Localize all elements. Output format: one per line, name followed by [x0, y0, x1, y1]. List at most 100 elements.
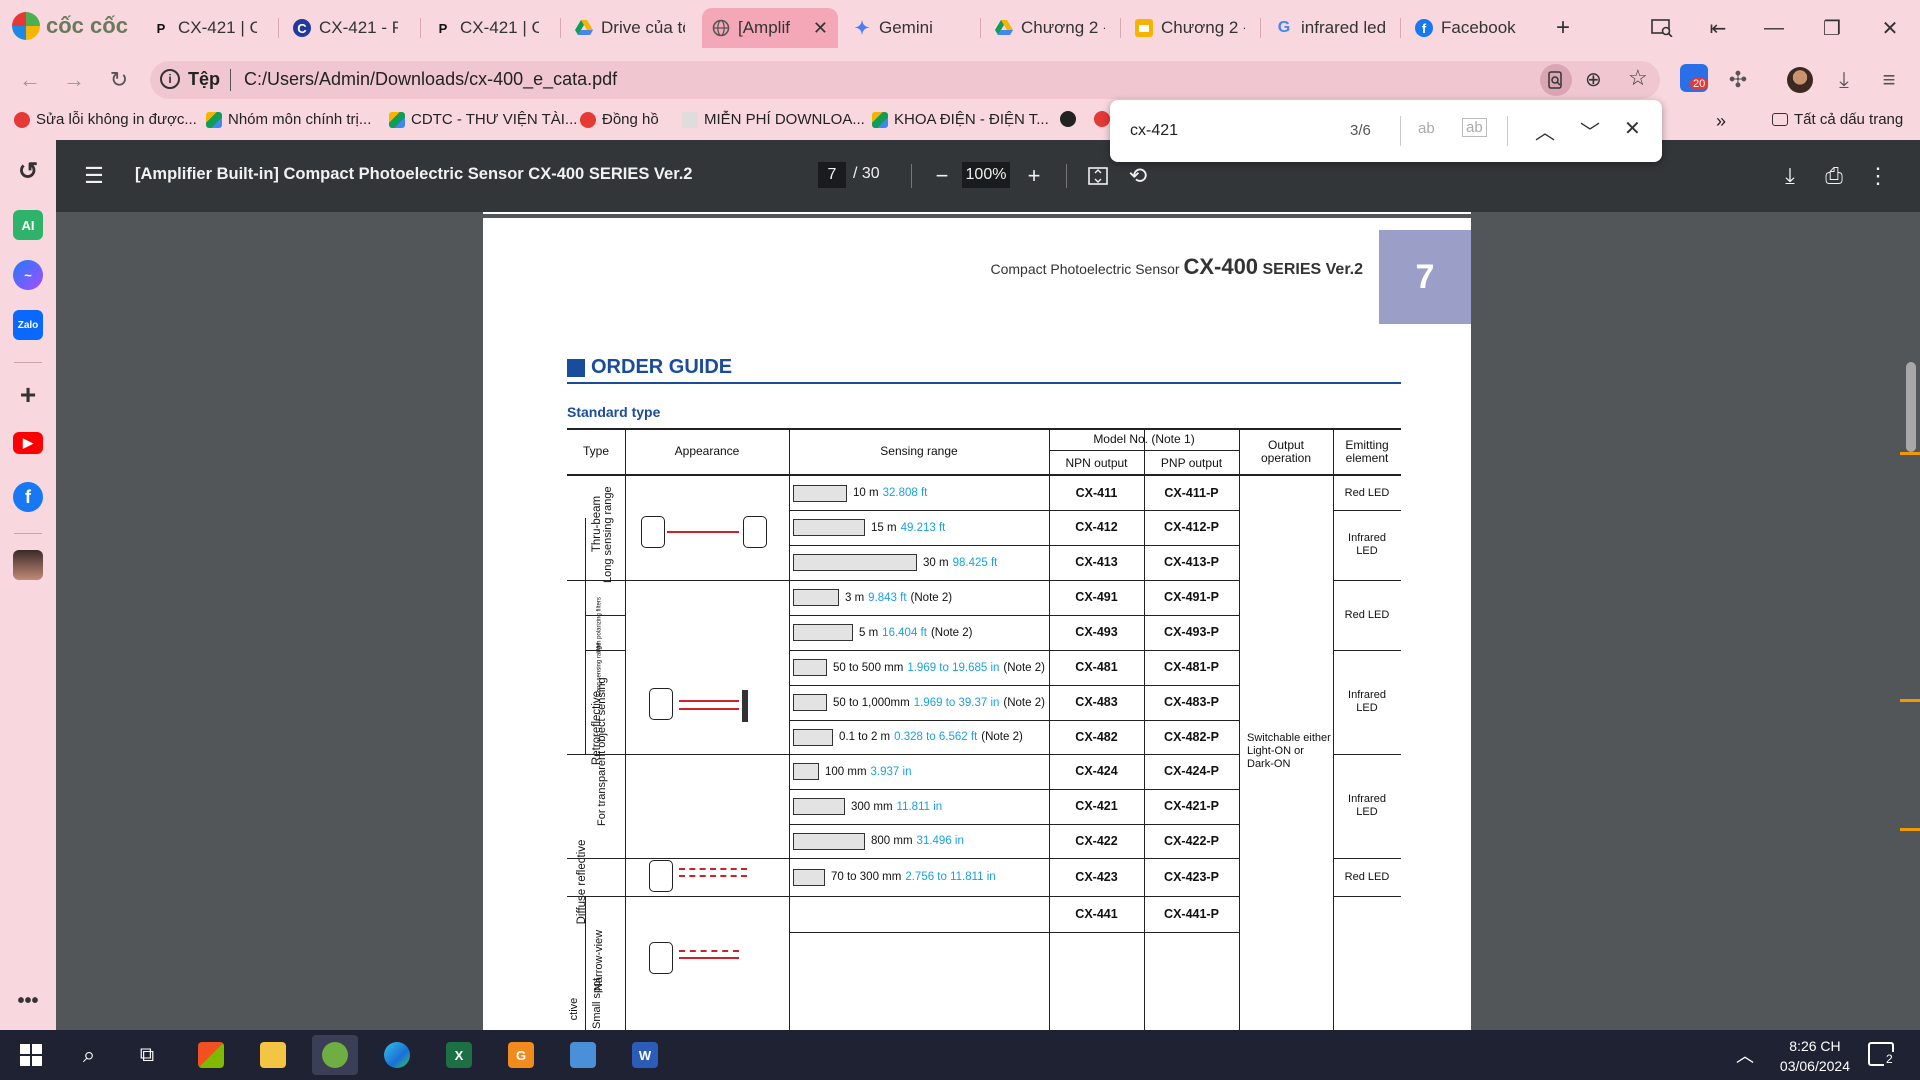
minimize-button[interactable]: — [1754, 12, 1794, 44]
start-button[interactable] [8, 1035, 54, 1075]
store-icon[interactable] [188, 1035, 234, 1075]
file-explorer-icon[interactable] [250, 1035, 296, 1075]
find-in-page-icon[interactable] [1540, 64, 1572, 96]
zoom-out-button[interactable]: − [926, 160, 958, 192]
coccoc-logo[interactable]: cốc cốc [12, 12, 128, 40]
facebook-icon[interactable]: f [13, 482, 43, 512]
extension-badge-icon[interactable]: 20 [1680, 64, 1709, 92]
bookmark-label: Sửa lỗi không in được... [36, 111, 197, 128]
tab-cx421-2[interactable]: C CX-421 - Pa [283, 8, 408, 48]
download-icon[interactable]: ⤓ [1828, 64, 1860, 96]
find-close-icon[interactable]: ✕ [1624, 116, 1641, 141]
coccoc-taskbar-icon[interactable] [312, 1035, 358, 1075]
profile-photo-icon[interactable] [13, 550, 43, 580]
youtube-icon[interactable]: ▶ [13, 432, 43, 454]
gemini-icon: ✦ [854, 17, 870, 38]
tab-cx421-1[interactable]: P CX-421 | Co [142, 8, 267, 48]
group-transparent: For transparent object sensing [596, 677, 608, 826]
time: 8:26 CH [1789, 1038, 1841, 1054]
tab-chuong2-drive[interactable]: Chương 2 - [985, 8, 1115, 48]
extensions-puzzle-icon[interactable]: ✣ [1722, 64, 1754, 96]
more-bookmarks-icon[interactable]: » [1716, 111, 1726, 132]
pdf-more-icon[interactable]: ⋮ [1862, 160, 1894, 192]
header-small: Compact Photoelectric Sensor [990, 261, 1184, 277]
address-bar[interactable]: i Tệp C:/Users/Admin/Downloads/cx-400_e_… [150, 61, 1660, 99]
tab-chuong2-slides[interactable]: Chương 2 - [1125, 8, 1255, 48]
model-npn: CX-422 [1075, 833, 1118, 848]
range-bar [793, 694, 827, 711]
back-button[interactable]: ← [14, 64, 46, 96]
model-pnp: CX-481-P [1164, 660, 1219, 674]
zoom-level[interactable]: 100% [962, 162, 1010, 188]
reload-button[interactable]: ↻ [103, 64, 135, 96]
tab-label: CX-421 | Co [460, 18, 539, 37]
bookmark-3[interactable]: CDTC - THƯ VIỆN TÀI... [389, 111, 577, 128]
toolbar: ← → ↻ i Tệp C:/Users/Admin/Downloads/cx-… [0, 56, 1920, 104]
bookmark-6[interactable]: KHOA ĐIỆN - ĐIỆN T... [872, 111, 1049, 128]
bookmark-4[interactable]: Đồng hồ [580, 111, 659, 128]
show-hidden-icons[interactable]: ︿ [1736, 1042, 1754, 1068]
zoom-in-button[interactable]: + [1018, 160, 1050, 192]
notification-icon[interactable]: 2 [1868, 1042, 1895, 1066]
add-sidebar-app-icon[interactable]: + [13, 379, 43, 410]
ai-assistant-icon[interactable]: AI [13, 210, 43, 240]
model-npn: CX-481 [1075, 660, 1118, 674]
menu-icon[interactable]: ≡ [1873, 64, 1905, 96]
url-text[interactable]: C:/Users/Admin/Downloads/cx-400_e_cata.p… [244, 69, 617, 90]
find-previous-icon[interactable]: ︿ [1535, 116, 1555, 145]
task-view-icon[interactable]: ⧉ [124, 1035, 170, 1075]
emitting-3: Red LED [1344, 608, 1390, 621]
sensing-range-cell: 0.1 to 2 m 0.328 to 6.562 ft (Note 2) [793, 720, 1023, 754]
match-case-button[interactable]: ab [1418, 120, 1435, 137]
tab-facebook[interactable]: f Facebook [1405, 8, 1545, 48]
profile-avatar[interactable] [1787, 67, 1813, 93]
system-clock[interactable]: 8:26 CH 03/06/2024 [1780, 1036, 1850, 1076]
close-window-button[interactable]: ✕ [1870, 12, 1910, 44]
bookmark-5[interactable]: MIỄN PHÍ DOWNLOA... [682, 111, 865, 128]
tab-label: infrared led [1301, 18, 1387, 37]
tab-cx421-3[interactable]: P CX-421 | Co [424, 8, 549, 48]
search-icon[interactable]: ⌕ [66, 1035, 112, 1075]
pdf-menu-icon[interactable]: ☰ [78, 160, 110, 192]
tab-drive[interactable]: Drive của tô [565, 8, 695, 48]
app-icon[interactable] [560, 1035, 606, 1075]
more-icon[interactable]: ••• [13, 986, 43, 1016]
print-icon[interactable]: ⎙ [1818, 160, 1850, 192]
messenger-icon[interactable]: ~ [13, 260, 43, 290]
word-icon[interactable]: W [622, 1035, 668, 1075]
fit-page-icon[interactable] [1082, 160, 1114, 192]
find-next-icon[interactable]: ﹀ [1580, 116, 1600, 145]
model-npn: CX-421 [1075, 799, 1118, 813]
model-pnp: CX-441-P [1164, 906, 1219, 921]
pdf-download-icon[interactable]: ⤓ [1774, 160, 1806, 192]
tab-gemini[interactable]: ✦ Gemini [843, 8, 973, 48]
rotate-icon[interactable]: ⟲ [1122, 160, 1154, 192]
range-metric: 15 m [871, 521, 897, 534]
page-number-input[interactable]: 7 [818, 162, 846, 188]
zalo-icon[interactable]: Zalo [13, 310, 43, 340]
search-tabs-icon[interactable] [1642, 12, 1682, 44]
bookmark-star-icon[interactable]: ☆ [1628, 65, 1648, 91]
tab-pdf-active[interactable]: [Amplif ✕ [702, 8, 838, 48]
tab-infrared-led[interactable]: G infrared led [1265, 8, 1405, 48]
all-bookmarks[interactable]: Tất cả dấu trang [1772, 111, 1903, 128]
foxit-pdf-icon[interactable]: G [498, 1035, 544, 1075]
info-icon[interactable]: i [160, 69, 180, 89]
tab-close-icon[interactable]: ✕ [813, 18, 828, 39]
range-imperial: 49.213 ft [900, 521, 946, 534]
forward-button[interactable]: → [58, 64, 90, 96]
bookmark-1[interactable]: Sửa lỗi không in được... [14, 111, 197, 128]
history-icon[interactable]: ↺ [13, 156, 43, 186]
new-tab-button[interactable]: + [1543, 12, 1583, 44]
excel-icon[interactable]: X [436, 1035, 482, 1075]
find-input[interactable]: cx-421 [1130, 122, 1178, 140]
scrollbar-thumb[interactable] [1906, 362, 1916, 452]
edge-icon[interactable] [374, 1035, 420, 1075]
zoom-icon[interactable]: ⊕ [1585, 67, 1602, 92]
whole-word-button[interactable]: ab [1462, 118, 1487, 137]
bookmark-2[interactable]: Nhóm môn chính trị... [206, 111, 371, 128]
bookmark-red[interactable] [1094, 111, 1110, 127]
restore-button[interactable]: ❐ [1812, 12, 1852, 44]
back-history-icon[interactable]: ⇤ [1698, 12, 1738, 44]
bookmark-globe[interactable] [1060, 111, 1076, 127]
